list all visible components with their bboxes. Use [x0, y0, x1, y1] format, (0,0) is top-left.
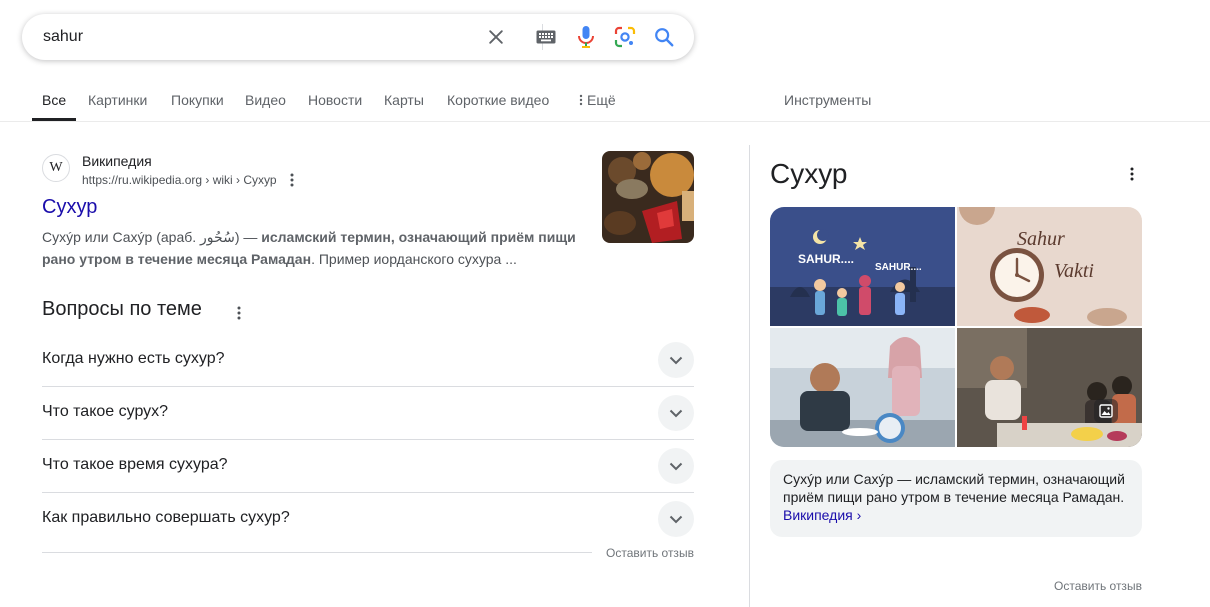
clear-icon[interactable]	[484, 25, 508, 49]
paa-question-text: Что такое время сухура?	[42, 456, 228, 473]
search-tabs: Все Картинки Покупки Видео Новости Карты…	[0, 80, 1210, 122]
kp-image-2[interactable]: Sahur Vakti	[957, 207, 1142, 326]
kp-image-1-text-1: SAHUR....	[798, 252, 854, 266]
tab-all[interactable]: Все	[42, 92, 66, 108]
search-icon[interactable]	[652, 25, 676, 49]
result-url[interactable]: https://ru.wikipedia.org › wiki › Сухур	[82, 173, 277, 187]
kp-description-text: Сухýр или Сахýр — исламский термин, озна…	[783, 471, 1125, 505]
wikipedia-favicon[interactable]: W	[42, 154, 70, 182]
snippet-text-2: . Пример иорданского сухура ...	[311, 251, 517, 267]
microphone-icon[interactable]	[574, 25, 598, 49]
tab-news[interactable]: Новости	[308, 92, 362, 108]
tab-images[interactable]: Картинки	[88, 92, 147, 108]
tools-button[interactable]: Инструменты	[784, 92, 871, 108]
paa-question-3[interactable]: Что такое время сухура?	[42, 440, 694, 493]
kp-image-1[interactable]: SAHUR.... SAHUR....	[770, 207, 955, 326]
paa-divider	[42, 552, 592, 553]
knowledge-panel-title: Сухур	[770, 158, 848, 189]
kp-image-4[interactable]	[957, 328, 1142, 447]
paa-menu-icon[interactable]	[234, 305, 244, 321]
kp-image-1-text-2: SAHUR....	[875, 262, 922, 273]
knowledge-panel-description: Сухýр или Сахýр — исламский термин, озна…	[770, 460, 1142, 537]
knowledge-panel-menu-icon[interactable]	[1126, 166, 1138, 182]
result-site-name[interactable]: Википедия	[82, 153, 152, 169]
paa-list: Когда нужно есть сухур? Что такое сурух?…	[42, 334, 694, 546]
keyboard-icon[interactable]	[534, 25, 558, 49]
paa-question-4[interactable]: Как правильно совершать сухур?	[42, 493, 694, 546]
google-lens-icon[interactable]	[613, 25, 637, 49]
result-thumbnail[interactable]	[602, 151, 694, 243]
search-input[interactable]	[43, 26, 483, 48]
snippet-text-1: Сухýр или Сахýр (араб. سُحُور) —	[42, 229, 262, 245]
knowledge-panel-images: SAHUR.... SAHUR.... Sahur Vakti	[770, 207, 1142, 447]
kp-image-3[interactable]	[770, 328, 955, 447]
kp-image-2-text-2: Vakti	[1054, 260, 1094, 282]
kp-feedback-link[interactable]: Оставить отзыв	[1054, 579, 1142, 593]
kp-image-2-text-1: Sahur	[1017, 228, 1065, 250]
result-title-link[interactable]: Сухур	[42, 196, 97, 219]
chevron-down-icon[interactable]	[658, 342, 694, 378]
active-tab-indicator	[32, 118, 76, 121]
more-vert-icon	[579, 94, 583, 106]
tab-more-label: Ещё	[587, 92, 616, 108]
paa-heading: Вопросы по теме	[42, 298, 202, 320]
search-bar[interactable]	[22, 14, 694, 60]
tab-maps[interactable]: Карты	[384, 92, 424, 108]
paa-question-text: Как правильно совершать сухур?	[42, 509, 290, 526]
paa-question-text: Что такое сурух?	[42, 403, 169, 420]
tab-shopping[interactable]: Покупки	[171, 92, 224, 108]
paa-question-1[interactable]: Когда нужно есть сухур?	[42, 334, 694, 387]
tab-more[interactable]: Ещё	[578, 92, 616, 108]
tab-videos[interactable]: Видео	[245, 92, 286, 108]
tab-short-videos[interactable]: Короткие видео	[447, 92, 549, 108]
paa-feedback-link[interactable]: Оставить отзыв	[606, 546, 694, 560]
kp-wikipedia-link[interactable]: Википедия ›	[783, 507, 861, 523]
paa-question-2[interactable]: Что такое сурух?	[42, 387, 694, 440]
result-snippet: Сухýр или Сахýр (араб. سُحُور) — исламск…	[42, 226, 587, 270]
result-menu-icon[interactable]	[286, 172, 298, 188]
paa-question-text: Когда нужно есть сухур?	[42, 350, 225, 367]
column-divider	[749, 145, 750, 607]
chevron-down-icon[interactable]	[658, 501, 694, 537]
image-gallery-icon[interactable]	[1094, 399, 1118, 423]
chevron-down-icon[interactable]	[658, 395, 694, 431]
chevron-down-icon[interactable]	[658, 448, 694, 484]
